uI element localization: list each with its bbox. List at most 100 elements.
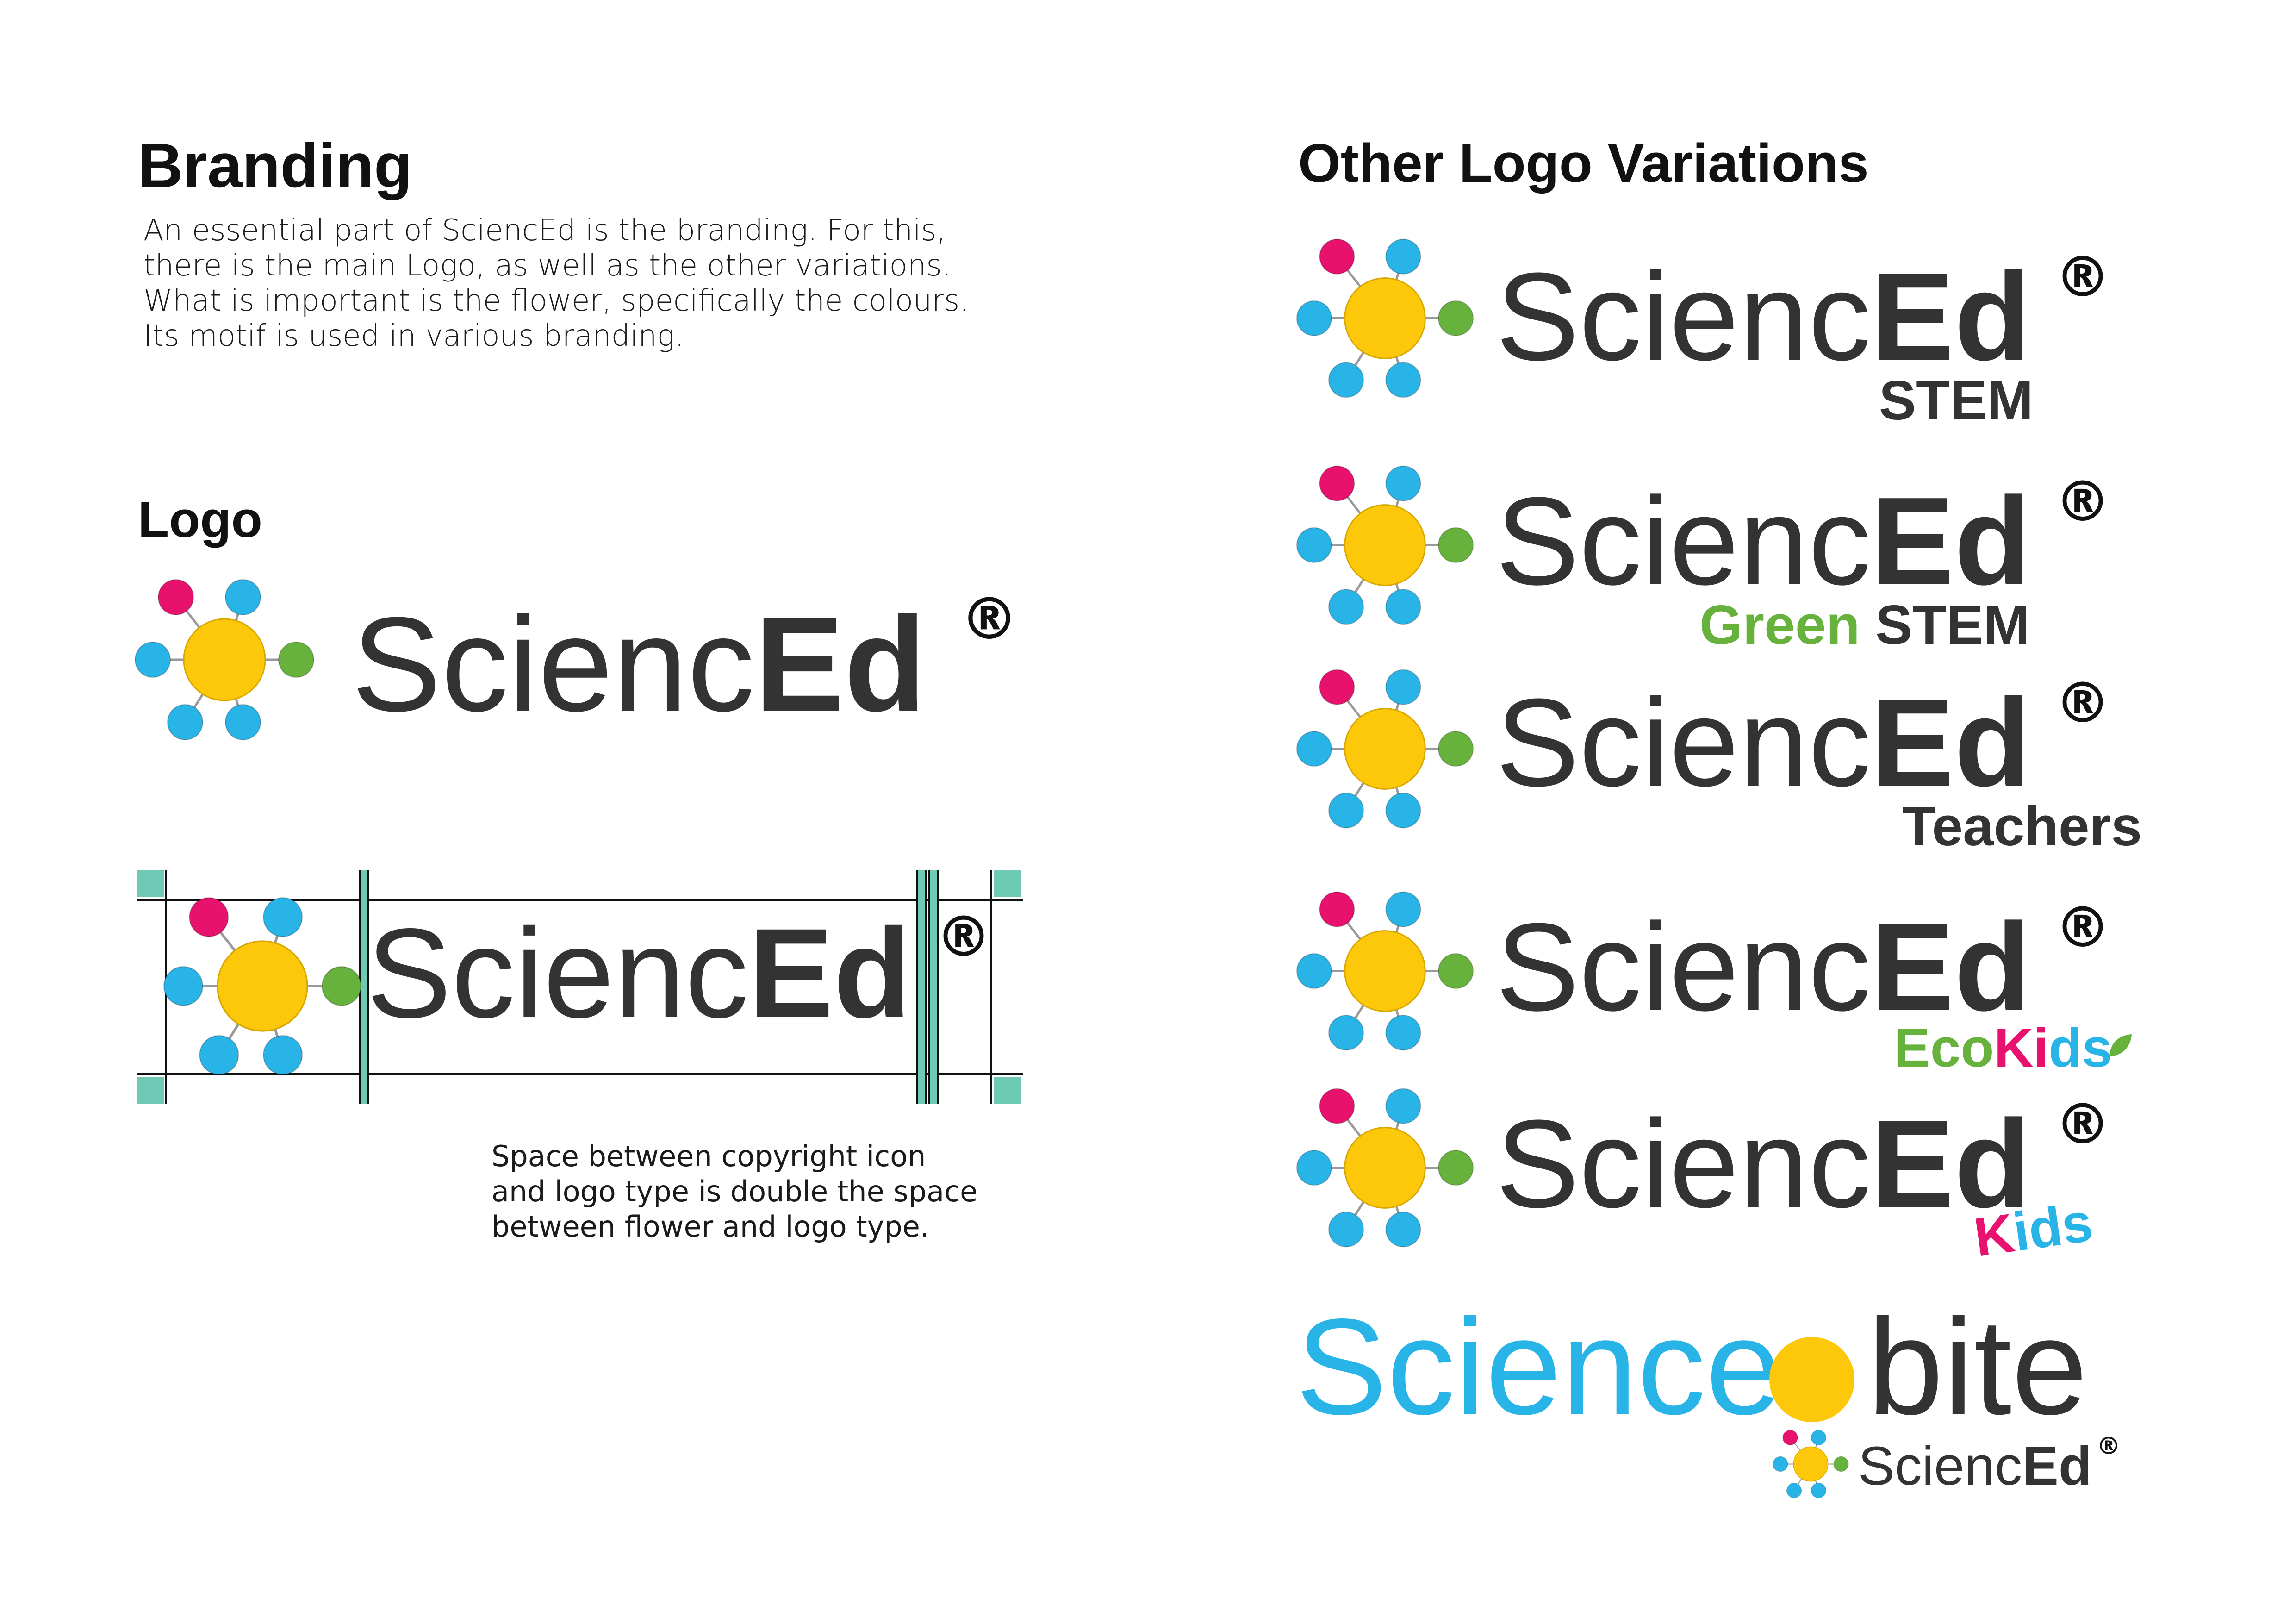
flower-svg	[1296, 891, 1474, 1051]
variant-subtitle: Green STEM	[1699, 597, 2030, 653]
flower-svg	[135, 579, 314, 740]
flower-petal	[1319, 891, 1355, 927]
flower-petal	[1296, 953, 1332, 989]
branding-intro: An essential part of SciencEd is the bra…	[143, 213, 1023, 354]
logo-word-regular: Scienc	[352, 589, 755, 739]
logo-word-bold: Ed	[1871, 247, 2031, 387]
registered-icon: ®	[2055, 1093, 2110, 1157]
flower-petal	[1438, 527, 1474, 563]
flower-petal	[1385, 589, 1421, 625]
note-line: and logo type is double the space	[492, 1174, 978, 1208]
flower-center	[1344, 930, 1426, 1012]
variant-subtitle: STEM	[1879, 373, 2033, 428]
flower-petal	[1438, 731, 1474, 767]
flower-icon	[134, 569, 315, 750]
flower-petal	[1773, 1456, 1788, 1472]
flower-icon	[1773, 1426, 1849, 1502]
subtitle-part: Green	[1699, 594, 1860, 656]
logo-word-bold: Ed	[748, 902, 911, 1044]
logo-word-bold: Ed	[1871, 673, 2031, 812]
flower-petal	[225, 579, 261, 615]
logo-word-bold: Ed	[1871, 898, 2031, 1037]
flower-petal	[1319, 1088, 1355, 1124]
flower-petal	[1811, 1430, 1826, 1445]
flower-icon	[1296, 229, 1474, 407]
subtitle-part: ds	[2048, 1018, 2113, 1079]
flower-petal	[1438, 300, 1474, 336]
spacing-note: Space between copyright icon and logo ty…	[492, 1139, 1093, 1244]
subtitle-part: ds	[2024, 1191, 2097, 1261]
flower-icon	[1296, 456, 1474, 634]
flower-petal	[1833, 1456, 1849, 1472]
registered-icon: ®	[2055, 896, 2110, 960]
variant-wordmark: SciencEd	[1496, 479, 2030, 604]
variant-subtitle: EcoKids	[1894, 1021, 2112, 1075]
variant-subtitle: Teachers	[1902, 799, 2142, 854]
flower-petal	[1786, 1483, 1802, 1499]
variant-wordmark: SciencEd	[1496, 681, 2030, 806]
flower-petal	[1319, 465, 1355, 501]
logo-word-bold: Ed	[1871, 472, 2031, 611]
subtitle-part: STEM	[1879, 369, 2034, 431]
flower-center	[1344, 708, 1426, 790]
logo-word-regular: Scienc	[1496, 247, 1871, 387]
flower-petal	[278, 642, 314, 678]
registered-icon: ®	[2055, 671, 2110, 736]
flower-icon	[1296, 882, 1474, 1060]
intro-line: there is the main Logo, as well as the o…	[143, 249, 952, 283]
flower-petal	[1328, 1015, 1364, 1051]
flower-petal	[1296, 527, 1332, 563]
guide-corner	[137, 1077, 164, 1104]
sciencebite-dot-icon	[1769, 1337, 1854, 1422]
registered-icon: ®	[2097, 1432, 2121, 1460]
flower-petal	[1782, 1430, 1798, 1445]
flower-petal	[1385, 362, 1421, 398]
flower-center	[1344, 1127, 1426, 1209]
flower-icon	[1296, 1079, 1474, 1257]
flower-petal	[1319, 669, 1355, 705]
flower-petal	[1296, 1150, 1332, 1186]
flower-center	[183, 618, 266, 701]
guide-corner	[994, 870, 1021, 897]
note-line: Space between copyright icon	[492, 1139, 926, 1173]
flower-svg	[1773, 1430, 1849, 1499]
logo-wordmark: SciencEd	[367, 910, 911, 1037]
flower-petal	[163, 966, 204, 1006]
flower-petal	[1328, 1212, 1364, 1248]
sciencebite-word-left: Science	[1296, 1290, 1782, 1443]
flower-svg	[1296, 669, 1474, 829]
variant-wordmark: SciencEd	[1496, 905, 2030, 1030]
guide-corner	[137, 870, 164, 897]
flower-petal	[1385, 1212, 1421, 1248]
flower-petal	[1319, 238, 1355, 275]
registered-icon: ®	[2055, 470, 2110, 534]
intro-line: An essential part of SciencEd is the bra…	[143, 213, 946, 248]
flower-icon	[1296, 660, 1474, 838]
logo-word-regular: Scienc	[367, 902, 749, 1044]
flower-petal	[189, 897, 229, 937]
guide-gap-registered	[916, 870, 927, 1104]
sciencebite-sub-wordmark: SciencEd	[1858, 1439, 2092, 1493]
subtitle-part: Ki	[1994, 1018, 2049, 1079]
subtitle-part: Eco	[1894, 1018, 1994, 1079]
subtitle-part: STEM	[1860, 594, 2030, 656]
flower-petal	[1438, 953, 1474, 989]
flower-petal	[1385, 1088, 1421, 1124]
flower-petal	[1328, 589, 1364, 625]
registered-icon: ®	[2055, 245, 2110, 310]
variant-subtitle: Kids	[1971, 1191, 2097, 1268]
logo-word-regular: Scienc	[1496, 1094, 1871, 1234]
intro-line: Its motif is used in various branding.	[143, 319, 684, 353]
logo-word-regular: Scienc	[1858, 1436, 2022, 1497]
flower-petal	[263, 897, 303, 937]
flower-petal	[167, 704, 203, 740]
flower-svg	[1296, 465, 1474, 625]
flower-petal	[199, 1035, 239, 1075]
flower-center	[1344, 504, 1426, 586]
flower-petal	[1296, 300, 1332, 336]
flower-petal	[1385, 669, 1421, 705]
intro-line: What is important is the flower, specifi…	[143, 284, 969, 318]
logo-word-bold: Ed	[2022, 1436, 2092, 1497]
note-line: between flower and logo type.	[492, 1210, 929, 1243]
subtitle-part: Teachers	[1902, 795, 2142, 857]
